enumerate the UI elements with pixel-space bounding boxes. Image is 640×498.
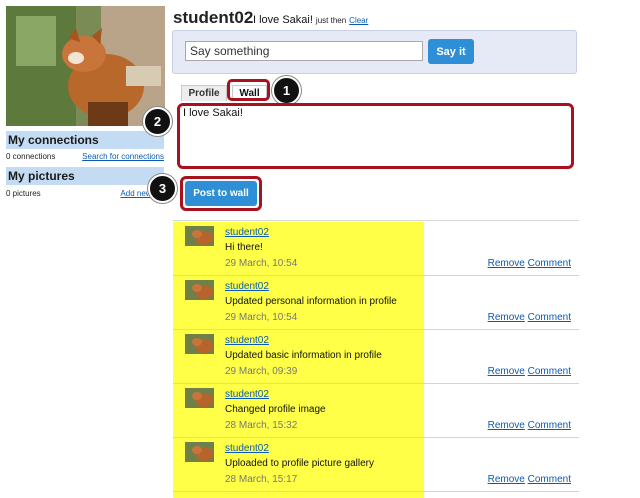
avatar	[185, 226, 214, 246]
avatar	[185, 442, 214, 462]
status-input[interactable]	[185, 41, 423, 61]
post-message: Hi there!	[225, 242, 263, 253]
post-message: Updated basic information in profile	[225, 350, 382, 361]
wall-post: student02 Updated personal information i…	[173, 276, 579, 330]
post-author-link[interactable]: student02	[225, 281, 269, 292]
tab-profile[interactable]: Profile	[181, 85, 227, 101]
current-status: I love Sakai! just then Clear	[253, 14, 368, 26]
post-actions: Remove Comment	[488, 312, 571, 323]
callout-1: 1	[272, 76, 301, 105]
post-separator	[173, 491, 579, 492]
remove-link[interactable]: Remove	[488, 366, 525, 377]
remove-link[interactable]: Remove	[488, 420, 525, 431]
pictures-count: 0 pictures	[6, 189, 41, 198]
wall-post: student02 Uploaded to profile picture ga…	[173, 438, 579, 492]
comment-link[interactable]: Comment	[528, 312, 571, 323]
post-message: Uploaded to profile picture gallery	[225, 458, 374, 469]
post-date: 29 March, 10:54	[225, 258, 298, 269]
status-text: I love Sakai!	[253, 14, 313, 26]
comment-link[interactable]: Comment	[528, 366, 571, 377]
post-actions: Remove Comment	[488, 420, 571, 431]
callout-2: 2	[143, 107, 172, 136]
remove-link[interactable]: Remove	[488, 312, 525, 323]
my-connections-heading: My connections	[6, 131, 164, 149]
post-message: Changed profile image	[225, 404, 326, 415]
profile-photo	[6, 6, 165, 126]
post-author-link[interactable]: student02	[225, 335, 269, 346]
say-it-button[interactable]: Say it	[428, 39, 474, 64]
red-panda-image	[6, 6, 165, 126]
post-to-wall-button[interactable]: Post to wall	[185, 181, 257, 206]
post-date: 29 March, 10:54	[225, 312, 298, 323]
post-date: 29 March, 09:39	[225, 366, 298, 377]
post-author-link[interactable]: student02	[225, 227, 269, 238]
remove-link[interactable]: Remove	[488, 258, 525, 269]
post-actions: Remove Comment	[488, 474, 571, 485]
callout-3: 3	[148, 174, 177, 203]
wall-post: student02 Changed profile image 28 March…	[173, 384, 579, 438]
post-author-link[interactable]: student02	[225, 443, 269, 454]
search-connections-link[interactable]: Search for connections	[82, 152, 164, 162]
comment-link[interactable]: Comment	[528, 258, 571, 269]
wall-post-textarea[interactable]: I love Sakai!	[177, 103, 574, 169]
divider	[173, 220, 579, 221]
status-time: just then	[315, 16, 347, 25]
my-pictures-heading: My pictures	[6, 167, 164, 185]
post-author-link[interactable]: student02	[225, 389, 269, 400]
post-date: 28 March, 15:32	[225, 420, 298, 431]
connections-count: 0 connections	[6, 152, 56, 161]
remove-link[interactable]: Remove	[488, 474, 525, 485]
wall-post: student02 Updated basic information in p…	[173, 330, 579, 384]
wall-post: student02 Hi there! 29 March, 10:54 Remo…	[173, 222, 579, 276]
post-actions: Remove Comment	[488, 258, 571, 269]
avatar	[185, 388, 214, 408]
post-date: 28 March, 15:17	[225, 474, 298, 485]
post-to-wall-highlight: Post to wall	[180, 176, 262, 211]
tab-wall[interactable]: Wall	[232, 85, 267, 101]
avatar	[185, 280, 214, 300]
post-message: Updated personal information in profile	[225, 296, 397, 307]
profile-name: student02	[173, 8, 254, 27]
status-form: Say it	[172, 30, 577, 74]
avatar	[185, 334, 214, 354]
comment-link[interactable]: Comment	[528, 420, 571, 431]
post-actions: Remove Comment	[488, 366, 571, 377]
comment-link[interactable]: Comment	[528, 474, 571, 485]
clear-status-link[interactable]: Clear	[349, 16, 368, 25]
